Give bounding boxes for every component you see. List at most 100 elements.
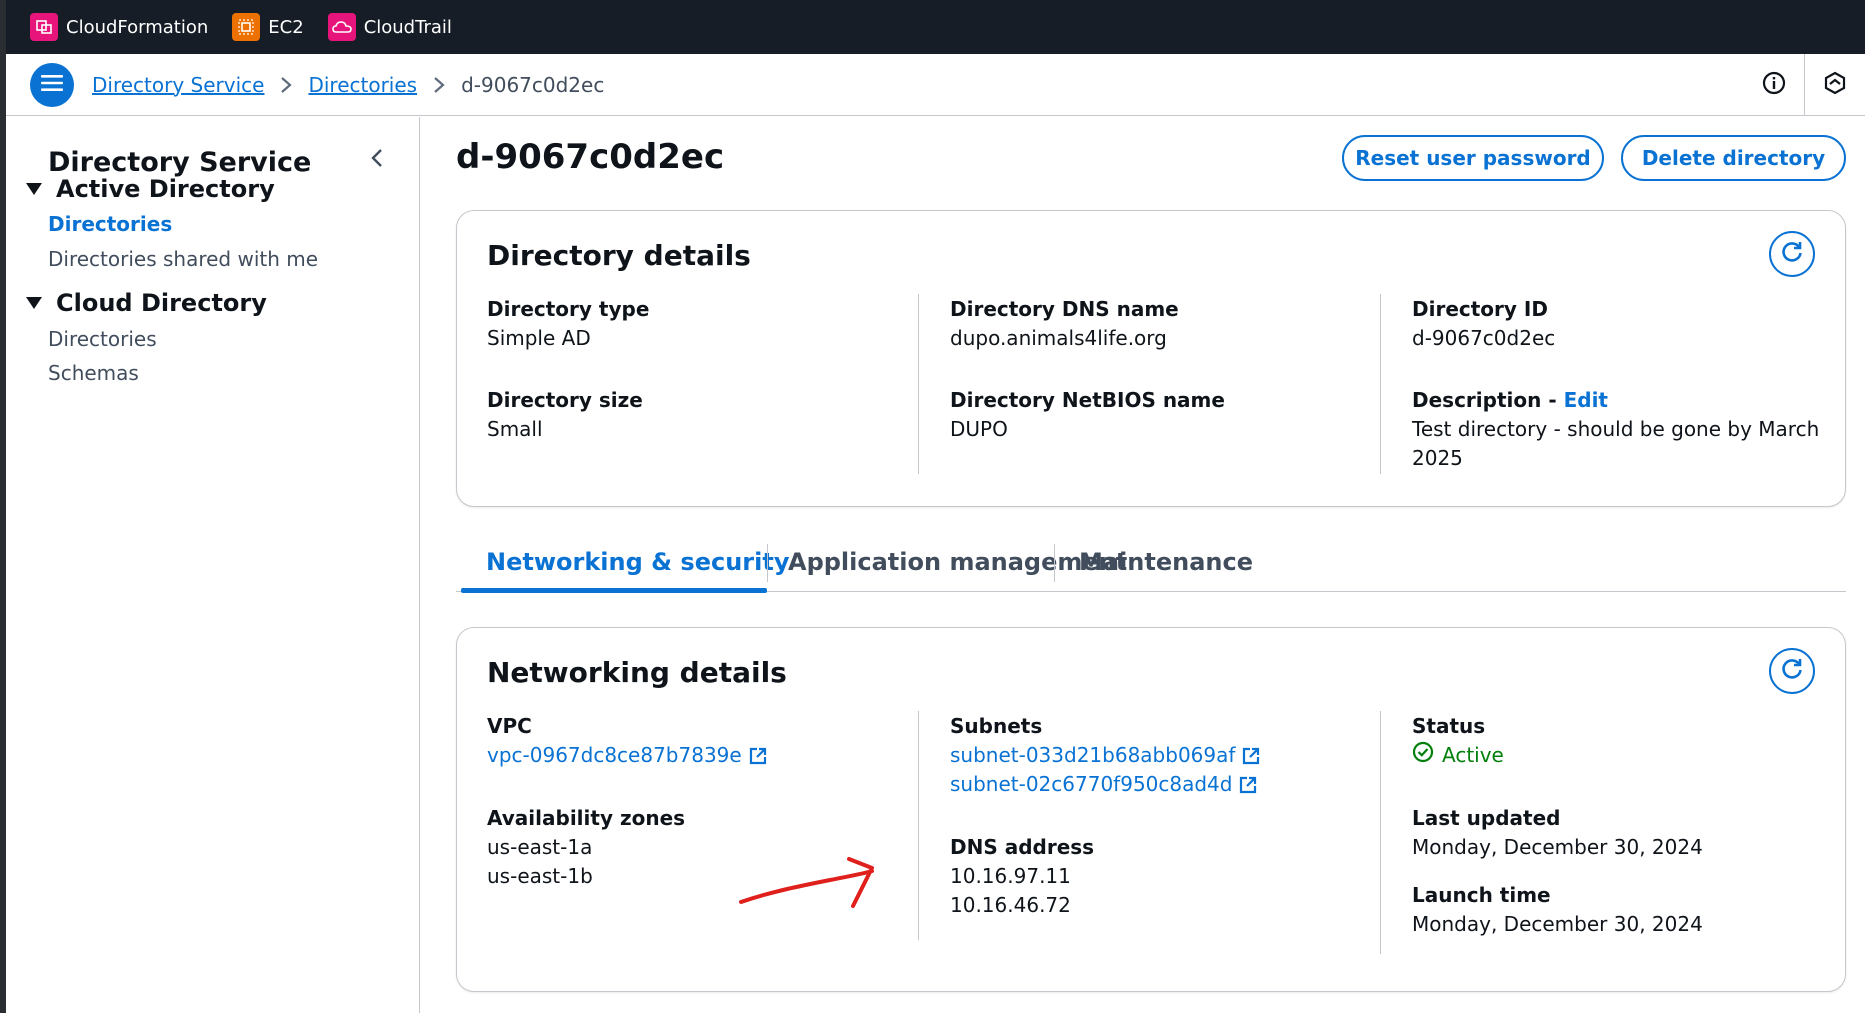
availability-zones-field: Availability zones us-east-1a us-east-1b <box>487 803 907 891</box>
sidebar-item-cloud-directories[interactable]: Directories <box>48 327 157 351</box>
navigation-menu-button[interactable] <box>30 62 74 107</box>
status-field: Status Active <box>1412 711 1832 768</box>
field-label: Availability zones <box>487 806 686 830</box>
vpc-field: VPC vpc-0967dc8ce87b7839e <box>487 711 907 770</box>
column-divider <box>1380 294 1381 474</box>
sidebar-title[interactable]: Directory Service <box>48 147 311 178</box>
tab-list: Networking & security Application manage… <box>456 532 1846 593</box>
sidebar-item-directories[interactable]: Directories <box>48 212 172 236</box>
link-text: vpc-0967dc8ce87b7839e <box>487 743 742 767</box>
sidebar-section-cloud-directory[interactable]: Cloud Directory <box>20 289 267 317</box>
side-navigation: Directory Service Active Directory Direc… <box>6 117 420 1013</box>
field-value: Test directory - should be gone by March… <box>1412 417 1820 470</box>
edit-description-link[interactable]: Edit <box>1564 388 1608 412</box>
launch-time-field: Launch time Monday, December 30, 2024 <box>1412 880 1832 939</box>
delete-directory-button[interactable]: Delete directory <box>1621 135 1846 181</box>
field-value: d-9067c0d2ec <box>1412 326 1556 350</box>
shortcut-cloudformation[interactable]: CloudFormation <box>30 13 208 41</box>
info-icon <box>1762 71 1786 99</box>
external-link-icon <box>748 746 768 766</box>
tab-divider <box>767 544 768 582</box>
field-label: Description - Edit <box>1412 385 1822 415</box>
shortcut-ec2[interactable]: EC2 <box>232 13 304 41</box>
breadcrumb-directories[interactable]: Directories <box>308 73 417 97</box>
subnet-link[interactable]: subnet-02c6770f950c8ad4d <box>950 770 1370 799</box>
shield-icon <box>1823 71 1847 99</box>
service-shortcut-bar: CloudFormation EC2 CloudTrail <box>6 0 1865 54</box>
sidebar-section-label: Cloud Directory <box>56 289 267 317</box>
tab-divider <box>1054 544 1055 582</box>
shortcut-label: CloudFormation <box>66 16 209 38</box>
field-label: VPC <box>487 714 532 738</box>
field-label: Last updated <box>1412 806 1561 830</box>
status-badge: Active <box>1412 741 1832 768</box>
directory-details-card: Directory details Directory type Simple … <box>456 210 1846 507</box>
description-label: Description - <box>1412 388 1564 412</box>
breadcrumb-directory-service[interactable]: Directory Service <box>92 73 264 97</box>
breadcrumb-current: d-9067c0d2ec <box>461 72 605 97</box>
info-panel-button[interactable] <box>1744 54 1804 116</box>
ec2-icon <box>232 13 261 41</box>
main-content: d-9067c0d2ec Reset user password Delete … <box>421 117 1865 1013</box>
shortcut-label: EC2 <box>268 16 304 38</box>
external-link-icon <box>1238 775 1258 795</box>
sidebar-item-schemas[interactable]: Schemas <box>48 361 139 385</box>
refresh-icon <box>1779 656 1805 686</box>
refresh-button[interactable] <box>1769 648 1815 694</box>
networking-details-card: Networking details VPC vpc-0967dc8ce87b7… <box>456 627 1846 992</box>
cloudtrail-icon <box>327 13 356 41</box>
field-label: Subnets <box>950 714 1043 738</box>
card-title: Directory details <box>487 239 751 272</box>
subnets-field: Subnets subnet-033d21b68abb069af subnet-… <box>950 711 1370 799</box>
column-divider <box>1380 711 1381 954</box>
column-divider <box>918 294 919 474</box>
sidebar-section-label: Active Directory <box>56 175 275 203</box>
link-text: subnet-033d21b68abb069af <box>950 743 1236 767</box>
utility-icons <box>1744 54 1865 116</box>
chevron-right-icon <box>280 76 293 94</box>
tab-maintenance[interactable]: Maintenance <box>1079 532 1253 592</box>
breadcrumb-bar: Directory Service Directories d-9067c0d2… <box>6 54 1865 116</box>
directory-id-field: Directory ID d-9067c0d2ec <box>1412 294 1832 353</box>
hamburger-icon <box>41 74 63 96</box>
field-value: us-east-1a <box>487 835 593 859</box>
status-text: Active <box>1442 742 1504 767</box>
tab-networking-security[interactable]: Networking & security <box>486 532 789 592</box>
vpc-link[interactable]: vpc-0967dc8ce87b7839e <box>487 741 907 770</box>
field-label: Status <box>1412 714 1486 738</box>
chevron-left-icon <box>370 149 384 173</box>
field-value: 10.16.46.72 <box>950 893 1071 917</box>
tab-application-management[interactable]: Application management <box>788 532 1127 592</box>
field-label: Directory ID <box>1412 297 1548 321</box>
link-text: subnet-02c6770f950c8ad4d <box>950 772 1233 796</box>
refresh-button[interactable] <box>1769 231 1815 277</box>
last-updated-field: Last updated Monday, December 30, 2024 <box>1412 803 1832 862</box>
breadcrumb: Directory Service Directories d-9067c0d2… <box>92 73 604 97</box>
field-label: Directory type <box>487 297 650 321</box>
external-link-icon <box>1241 746 1261 766</box>
description-field: Description - Edit Test directory - shou… <box>1412 385 1822 473</box>
field-label: Directory NetBIOS name <box>950 388 1225 412</box>
shortcut-cloudtrail[interactable]: CloudTrail <box>327 13 452 41</box>
security-panel-button[interactable] <box>1805 54 1865 116</box>
cloudformation-icon <box>30 13 58 41</box>
field-value: Monday, December 30, 2024 <box>1412 835 1703 859</box>
active-tab-indicator <box>461 588 767 593</box>
subnet-link[interactable]: subnet-033d21b68abb069af <box>950 741 1370 770</box>
directory-type-field: Directory type Simple AD <box>487 294 907 353</box>
caret-down-icon <box>26 183 42 195</box>
reset-user-password-button[interactable]: Reset user password <box>1342 135 1604 181</box>
field-value: Small <box>487 417 543 441</box>
sidebar-item-directories-shared[interactable]: Directories shared with me <box>48 247 318 271</box>
page-title: d-9067c0d2ec <box>456 137 725 177</box>
field-label: Directory DNS name <box>950 297 1179 321</box>
field-value: Simple AD <box>487 326 591 350</box>
directory-dns-name-field: Directory DNS name dupo.animals4life.org <box>950 294 1370 353</box>
dns-address-field: DNS address 10.16.97.11 10.16.46.72 <box>950 832 1370 920</box>
sidebar-section-active-directory[interactable]: Active Directory <box>20 175 275 203</box>
directory-netbios-name-field: Directory NetBIOS name DUPO <box>950 385 1370 444</box>
shortcut-label: CloudTrail <box>363 16 452 38</box>
field-value: Monday, December 30, 2024 <box>1412 912 1703 936</box>
collapse-sidebar-button[interactable] <box>370 147 384 173</box>
check-circle-icon <box>1412 741 1442 768</box>
